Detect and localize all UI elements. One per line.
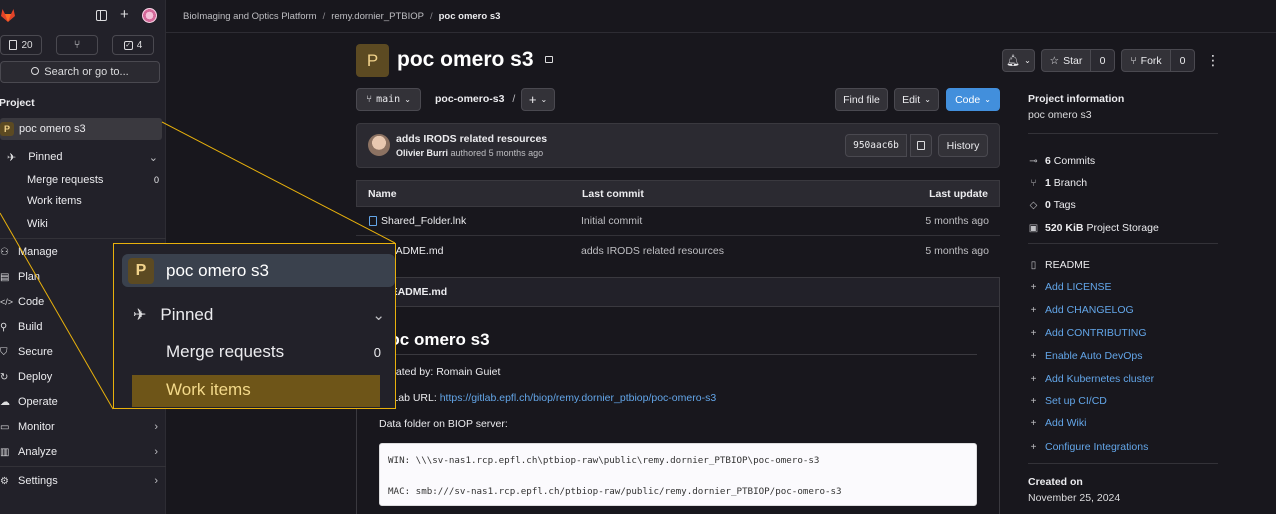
readme-link[interactable]: ▯ README: [1028, 259, 1090, 271]
copy-icon: [917, 141, 925, 150]
fork-count[interactable]: 0: [1170, 49, 1195, 72]
plus-icon: +: [1030, 304, 1037, 316]
chevron-down-icon: ⌄: [540, 95, 548, 104]
gitlab-url-link[interactable]: https://gitlab.epfl.ch/biop/remy.dornier…: [440, 392, 716, 404]
mac-path: MAC: smb:///sv-nas1.rcp.epfl.ch/ptbiop-r…: [388, 486, 842, 497]
add-contributing-link[interactable]: + Add CONTRIBUTING: [1028, 327, 1147, 339]
zoom-pinned-header[interactable]: ✈ Pinned ⌄: [133, 304, 385, 326]
project-info-title: Project information: [1028, 93, 1125, 105]
copy-sha-button[interactable]: [910, 134, 932, 157]
star-button[interactable]: ☆ Star: [1041, 49, 1091, 72]
stat-tags[interactable]: ◇ 0 Tags: [1028, 199, 1076, 211]
setup-cicd-link[interactable]: + Set up CI/CD: [1028, 395, 1107, 407]
code-button[interactable]: Code ⌄: [946, 88, 1000, 111]
commit-sha[interactable]: 950aac6b: [845, 134, 907, 157]
stat-branches[interactable]: ⑂ 1 Branch: [1028, 177, 1088, 189]
chevron-down-icon: ⌄: [372, 307, 385, 324]
zoom-project-item[interactable]: P poc omero s3: [122, 254, 395, 287]
created-on-date: November 25, 2024: [1028, 492, 1121, 504]
lock-icon: [545, 56, 554, 63]
created-on-label: Created on: [1028, 476, 1083, 488]
star-icon: ☆: [1049, 54, 1060, 67]
chevron-down-icon: ⌄: [404, 95, 411, 104]
win-path: WIN: \\\sv-nas1.rcp.epfl.ch\ptbiop-raw\p…: [388, 455, 820, 466]
add-file-button[interactable]: + ⌄: [521, 88, 555, 111]
plus-icon: +: [1030, 441, 1037, 453]
zoom-callout: P poc omero s3 ✈ Pinned ⌄ Merge requests…: [113, 243, 396, 409]
plus-icon: +: [1030, 395, 1037, 407]
code-block: WIN: \\\sv-nas1.rcp.epfl.ch\ptbiop-raw\p…: [379, 443, 977, 506]
branch-icon: ⑂: [1030, 177, 1037, 189]
edit-button[interactable]: Edit ⌄: [894, 88, 939, 111]
zoom-work-items-highlight[interactable]: Work items: [132, 375, 380, 407]
notifications-button[interactable]: 🔔︎ ⌄: [1002, 49, 1035, 72]
plus-icon: +: [528, 92, 537, 107]
file-table: Name Last commit Last update Shared_Fold…: [356, 180, 1000, 265]
configure-integrations-link[interactable]: + Configure Integrations: [1028, 441, 1149, 453]
readme-gitlab-url: GitLab URL: https://gitlab.epfl.ch/biop/…: [379, 392, 717, 404]
project-info-subtitle: poc omero s3: [1028, 109, 1092, 121]
commit-meta: Olivier Burri authored 5 months ago: [396, 148, 544, 158]
star-count[interactable]: 0: [1090, 49, 1115, 72]
last-commit-panel: adds IRODS related resources Olivier Bur…: [356, 123, 1000, 168]
stat-storage[interactable]: ▣ 520 KiB Project Storage: [1028, 222, 1159, 234]
project-avatar: P: [128, 257, 154, 284]
bell-icon: 🔔︎: [1006, 55, 1021, 67]
plus-icon: +: [1030, 373, 1037, 385]
breadcrumb-project[interactable]: poc omero s3: [439, 11, 501, 22]
commit-message[interactable]: adds IRODS related resources: [396, 133, 547, 145]
repo-path[interactable]: poc-omero-s3 /: [435, 93, 515, 105]
enable-auto-devops-link[interactable]: + Enable Auto DevOps: [1028, 350, 1143, 362]
chevron-down-icon: ⌄: [1024, 56, 1031, 65]
plus-icon: +: [1030, 417, 1037, 429]
more-actions-icon[interactable]: ⋮: [1206, 52, 1220, 69]
table-row[interactable]: Shared_Folder.lnk Initial commit 5 month…: [356, 207, 1000, 236]
plus-icon: +: [1030, 281, 1037, 293]
commit-icon: ⊸: [1029, 155, 1038, 167]
file-icon: ▯: [1030, 259, 1037, 271]
find-file-button[interactable]: Find file: [835, 88, 888, 111]
readme-content: poc omero s3 Created by: Romain Guiet Gi…: [356, 306, 1000, 514]
history-button[interactable]: History: [938, 134, 988, 157]
pin-icon: ✈: [133, 307, 147, 324]
table-header: Name Last commit Last update: [356, 180, 1000, 207]
chevron-down-icon: ⌄: [924, 95, 931, 104]
fork-button[interactable]: ⑂ Fork: [1121, 49, 1171, 72]
tag-icon: ◇: [1029, 199, 1038, 211]
plus-icon: +: [1030, 350, 1037, 362]
stat-commits[interactable]: ⊸ 6 Commits: [1028, 155, 1095, 167]
plus-icon: +: [1030, 327, 1037, 339]
page-title: poc omero s3: [397, 48, 554, 72]
fork-icon: ⑂: [1130, 54, 1137, 67]
chevron-down-icon: ⌄: [984, 95, 991, 104]
table-row[interactable]: README.md adds IRODS related resources 5…: [356, 236, 1000, 265]
add-wiki-link[interactable]: + Add Wiki: [1028, 417, 1087, 429]
add-license-link[interactable]: + Add LICENSE: [1028, 281, 1112, 293]
zoom-merge-requests[interactable]: Merge requests 0: [166, 342, 381, 362]
storage-icon: ▣: [1028, 222, 1039, 234]
add-changelog-link[interactable]: + Add CHANGELOG: [1028, 304, 1134, 316]
add-kubernetes-link[interactable]: + Add Kubernetes cluster: [1028, 373, 1155, 385]
readme-header: README.md: [356, 277, 1000, 306]
